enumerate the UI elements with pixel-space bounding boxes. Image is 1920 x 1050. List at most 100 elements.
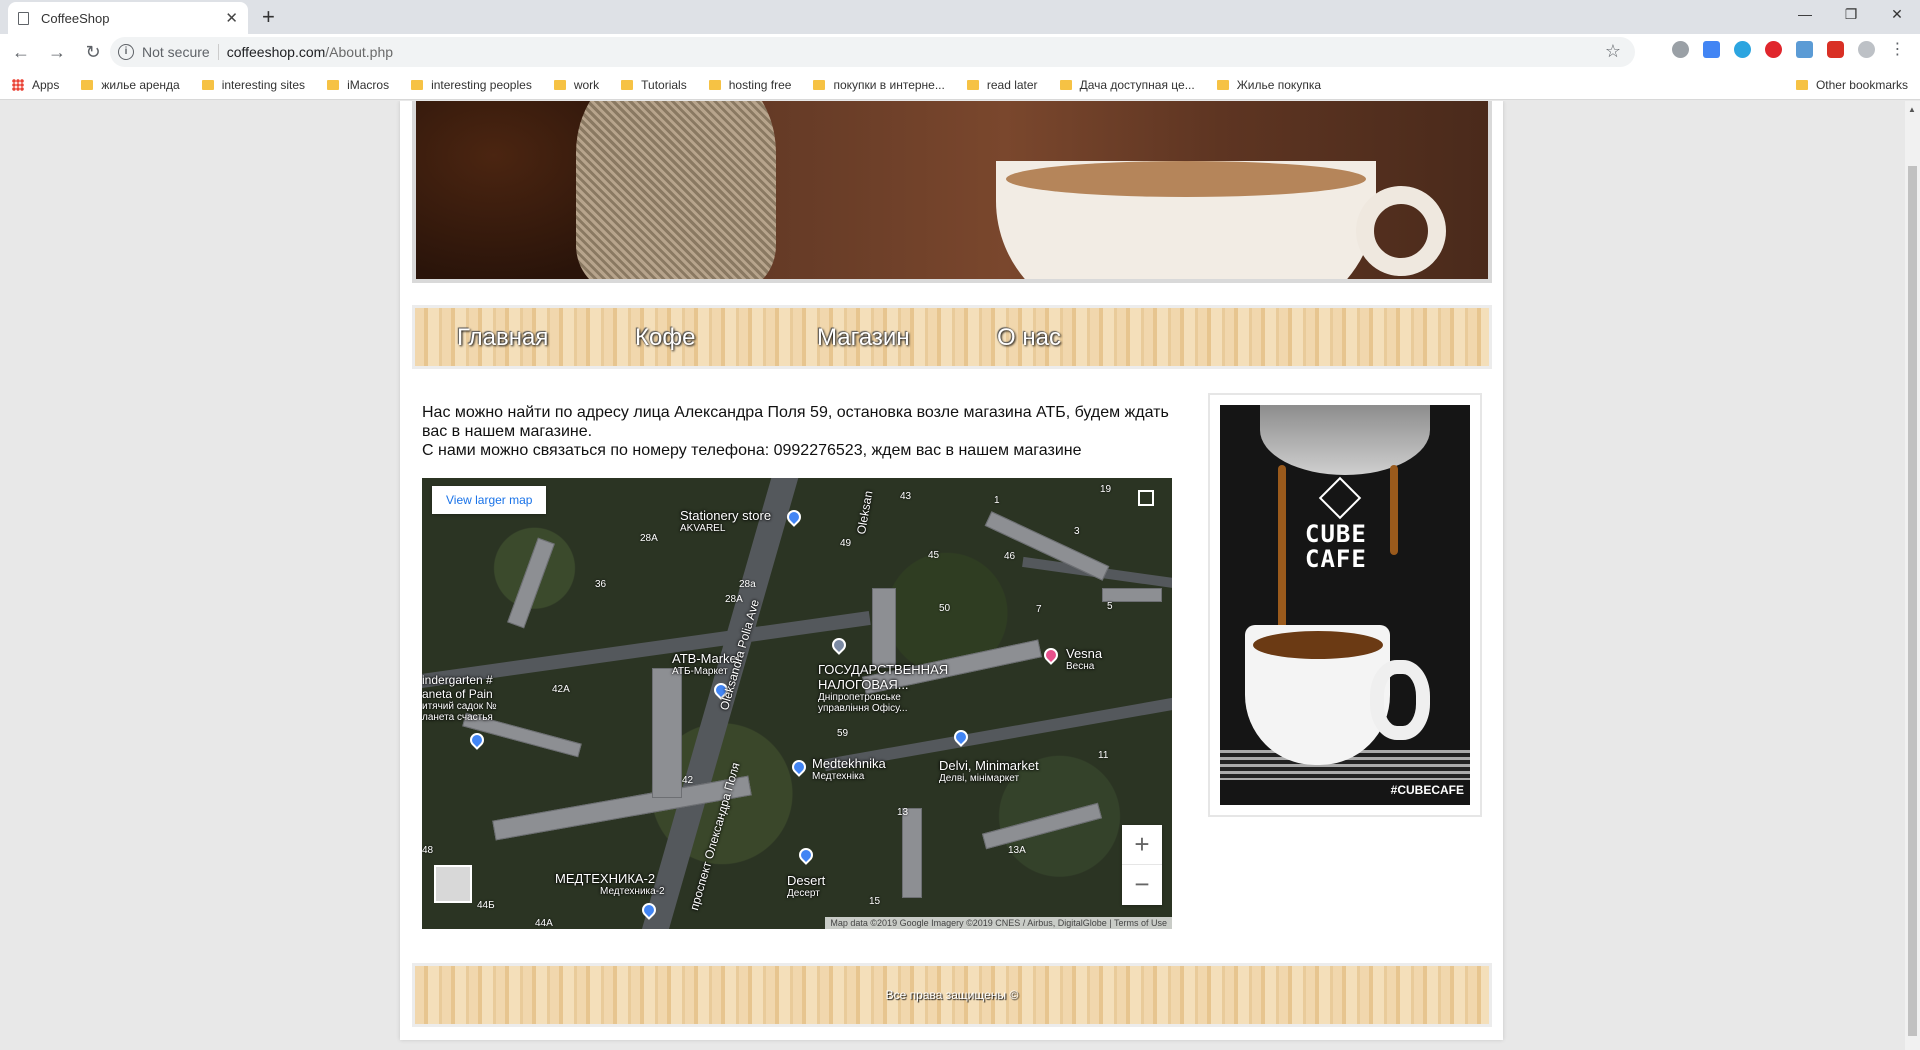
info-icon[interactable]: i	[118, 44, 134, 60]
map-label-vesna[interactable]: Vesna Весна	[1066, 646, 1102, 672]
map-label-stationery[interactable]: Stationery store AKVAREL	[680, 508, 771, 534]
map-attribution[interactable]: Map data ©2019 Google Imagery ©2019 CNES…	[825, 917, 1172, 929]
map-label-desert[interactable]: Desert Десерт	[787, 873, 825, 899]
url-host: coffeeshop.com	[226, 44, 326, 60]
main-nav: Главная Кофе Магазин О нас	[412, 305, 1492, 369]
bookmark-star-icon[interactable]: ☆	[1605, 41, 1621, 62]
map-label-kindergarten[interactable]: indergarten # aneta of Pain итячий садок №…	[422, 673, 497, 723]
nav-item-coffee[interactable]: Кофе	[635, 324, 695, 352]
map-label-medtekhnika-2[interactable]: МЕДТЕХНИКА-2 Медтехника-2	[555, 871, 665, 897]
espresso-machine-image	[1260, 405, 1430, 475]
restore-icon[interactable]: ❐	[1828, 0, 1874, 30]
opera-extension-icon[interactable]	[1765, 41, 1782, 58]
map-house-number: 49	[840, 538, 852, 549]
map-house-number: 3	[1074, 526, 1080, 537]
scroll-up-icon[interactable]: ▲	[1908, 105, 1916, 114]
view-larger-map-link[interactable]: View larger map	[432, 486, 547, 514]
window-controls: — ❐ ✕	[1782, 0, 1920, 30]
bookmark-folder[interactable]: жилье аренда	[81, 78, 180, 92]
profile-avatar-icon[interactable]	[1858, 41, 1875, 58]
folder-icon	[553, 79, 566, 90]
bookmark-folder[interactable]: interesting peoples	[411, 78, 532, 92]
nav-item-shop[interactable]: Магазин	[817, 324, 910, 352]
telegram-extension-icon[interactable]	[1734, 41, 1751, 58]
map-label-tax-office[interactable]: ГОСУДАРСТВЕННАЯ НАЛОГОВАЯ... Дніпропетровс…	[818, 662, 948, 714]
browser-tab[interactable]: CoffeeShop ✕	[8, 2, 248, 34]
bookmark-apps[interactable]: Apps	[12, 78, 59, 92]
map-building	[981, 802, 1103, 850]
bookmark-folder[interactable]: iMacros	[327, 78, 389, 92]
cube-cafe-promo-image[interactable]: CUBE CAFE #CUBECAFE	[1220, 405, 1470, 805]
other-bookmarks[interactable]: Other bookmarks	[1795, 78, 1908, 92]
scrollbar-thumb[interactable]	[1908, 166, 1917, 1036]
fullscreen-icon[interactable]	[1138, 490, 1154, 506]
back-icon[interactable]: ←	[6, 42, 36, 63]
bookmark-folder[interactable]: work	[553, 78, 599, 92]
map-building	[872, 588, 896, 668]
folder-icon	[327, 79, 340, 90]
map-house-number: 36	[595, 579, 607, 590]
coffee-stream-image	[1278, 465, 1286, 635]
nav-item-about[interactable]: О нас	[997, 324, 1061, 352]
folder-icon	[1795, 79, 1808, 90]
map-government-pin-icon[interactable]	[829, 635, 849, 655]
globe-extension-icon[interactable]	[1672, 41, 1689, 58]
map-school-pin-icon[interactable]	[467, 730, 487, 750]
window-extension-icon[interactable]	[1796, 41, 1813, 58]
folder-icon	[411, 79, 424, 90]
tab-strip: CoffeeShop ✕ + — ❐ ✕	[0, 0, 1920, 34]
nav-item-home[interactable]: Главная	[457, 324, 548, 352]
map-layer-toggle[interactable]	[434, 865, 472, 903]
forward-icon[interactable]: →	[42, 42, 72, 63]
menu-kebab-icon[interactable]: ⋮	[1889, 41, 1906, 58]
new-tab-icon[interactable]: +	[262, 4, 275, 30]
map-house-number: 13A	[1008, 845, 1026, 856]
folder-icon	[813, 79, 826, 90]
map-house-number: 5	[1107, 601, 1113, 612]
close-window-icon[interactable]: ✕	[1874, 0, 1920, 30]
minimize-icon[interactable]: —	[1782, 0, 1828, 30]
map-label-medtekhnika[interactable]: Medtekhnika Медтехніка	[812, 756, 886, 782]
address-separator	[217, 44, 219, 60]
map-house-number: 59	[837, 728, 849, 739]
page-scrollbar[interactable]: ▲	[1905, 101, 1920, 1050]
bookmark-folder[interactable]: read later	[966, 78, 1038, 92]
video-extension-icon[interactable]	[1827, 41, 1844, 58]
bookmark-folder[interactable]: Tutorials	[621, 78, 687, 92]
close-tab-icon[interactable]: ✕	[225, 9, 238, 27]
bookmark-folder[interactable]: Дача доступная це...	[1059, 78, 1195, 92]
extensions-area: ⋮	[1672, 41, 1906, 58]
bookmark-folder[interactable]: Жилье покупка	[1216, 78, 1321, 92]
map-shop-pin-icon[interactable]	[789, 757, 809, 777]
zoom-out-button[interactable]: −	[1122, 865, 1162, 905]
google-map[interactable]: Stationery store AKVAREL ATB-Market АТБ-Ма…	[422, 478, 1172, 929]
browser-toolbar: ← → ↻ i Not secure coffeeshop.com/About.…	[0, 34, 1920, 70]
map-house-number: 46	[1004, 551, 1016, 562]
map-house-number: 44Б	[477, 900, 495, 911]
dice-logo-icon	[1318, 476, 1362, 520]
cup-handle-image	[1356, 186, 1446, 276]
map-house-number: 13	[897, 807, 909, 818]
map-building	[902, 808, 922, 898]
apps-grid-icon	[12, 78, 24, 91]
bookmark-folder[interactable]: interesting sites	[201, 78, 305, 92]
folder-icon	[1059, 79, 1072, 90]
espresso-cup-image	[1245, 625, 1390, 765]
address-text: Нас можно найти по адресу лица Александр…	[422, 404, 1169, 440]
zoom-in-button[interactable]: +	[1122, 825, 1162, 865]
map-house-number: 28a	[739, 579, 756, 590]
map-hotel-pin-icon[interactable]	[1041, 645, 1061, 665]
bookmark-folder[interactable]: hosting free	[708, 78, 791, 92]
address-bar[interactable]: i Not secure coffeeshop.com/About.php ☆	[110, 37, 1635, 67]
map-house-number: 42	[682, 775, 694, 786]
page-viewport: Главная Кофе Магазин О нас Нас можно най…	[0, 101, 1905, 1050]
map-label-delvi[interactable]: Delvi, Minimarket Делві, мінімаркет	[939, 758, 1039, 784]
sidebar-ad: CUBE CAFE #CUBECAFE	[1208, 393, 1482, 817]
reload-icon[interactable]: ↻	[78, 42, 108, 63]
map-cart-pin-icon[interactable]	[796, 845, 816, 865]
bookmark-folder[interactable]: покупки в интерне...	[813, 78, 945, 92]
folder-icon	[81, 79, 94, 90]
map-house-number: 19	[1100, 484, 1112, 495]
translate-extension-icon[interactable]	[1703, 41, 1720, 58]
folder-icon	[966, 79, 979, 90]
